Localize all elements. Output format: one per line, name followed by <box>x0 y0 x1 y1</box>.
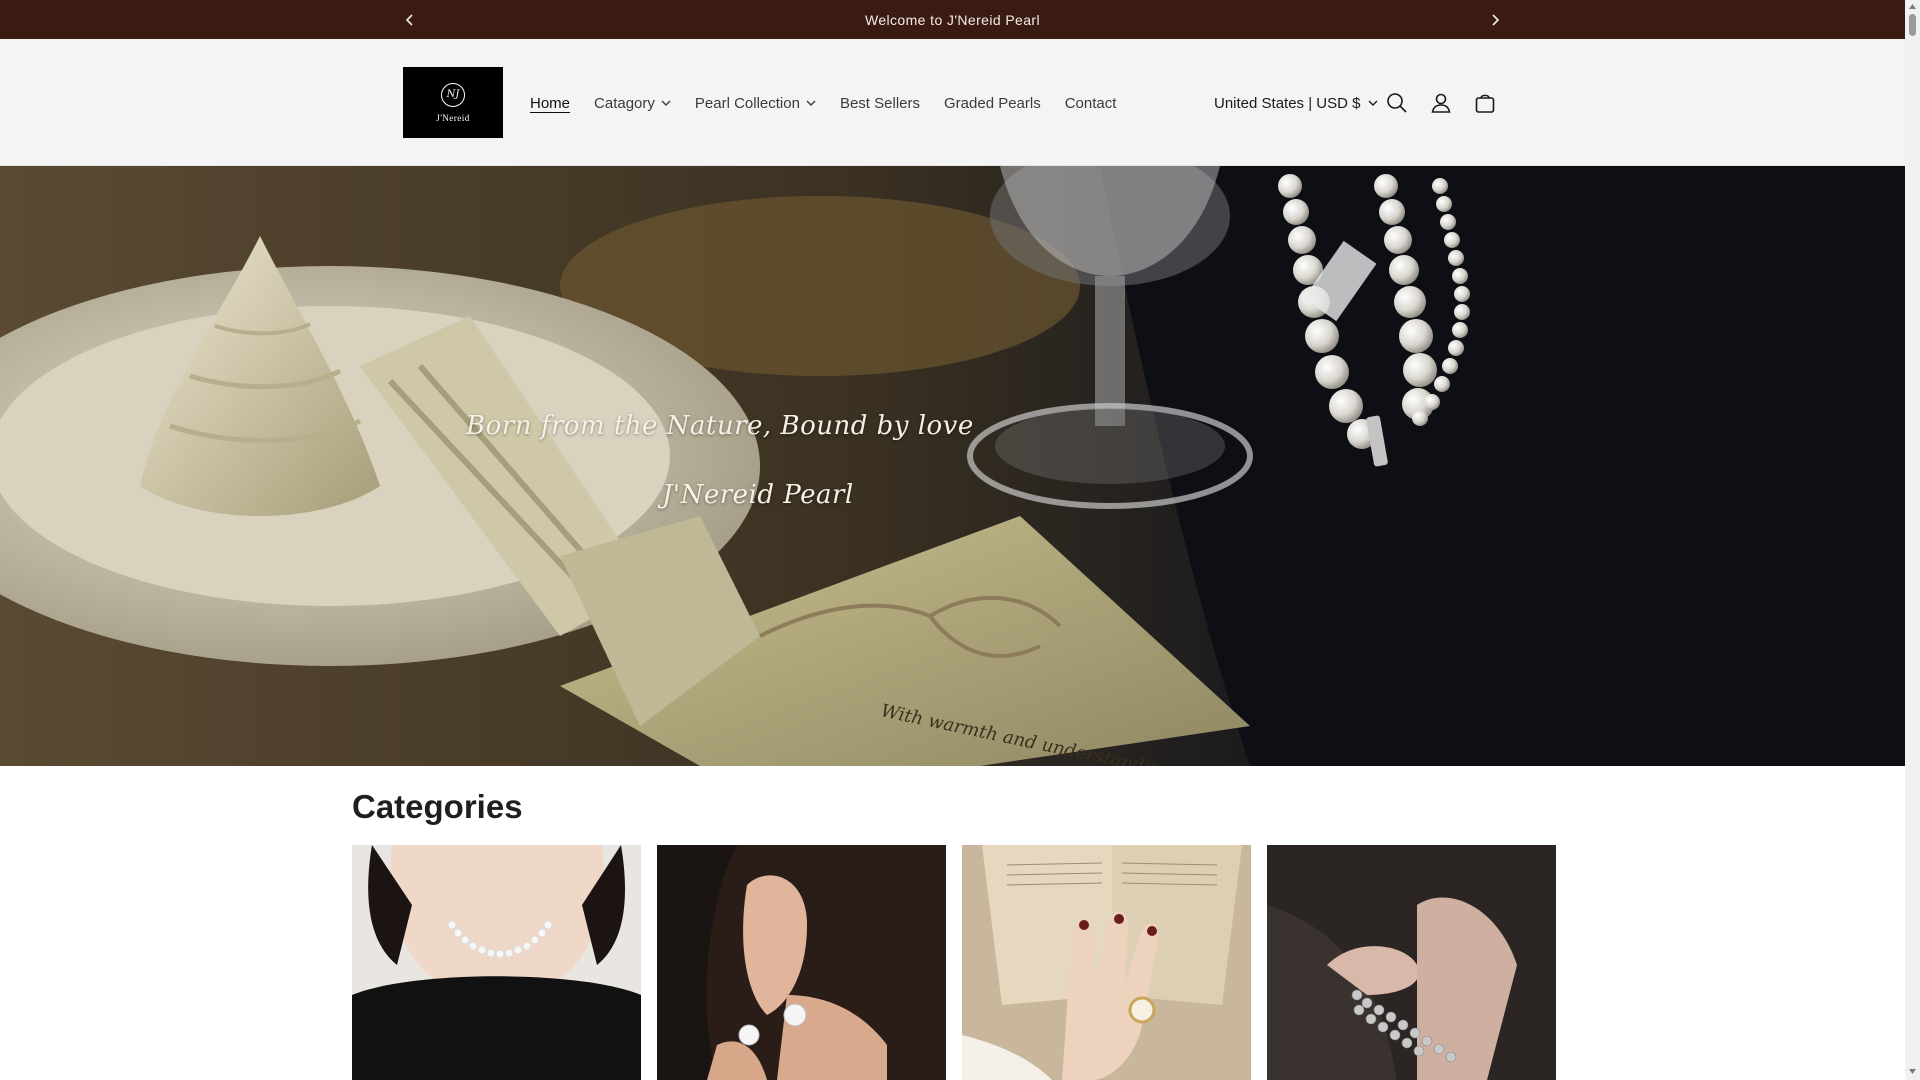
chevron-down-icon <box>1368 100 1378 106</box>
nav-graded-pearls[interactable]: Graded Pearls <box>944 91 1041 115</box>
search-icon <box>1387 93 1407 113</box>
announcement-bar: Welcome to J'Nereid Pearl <box>0 0 1905 39</box>
nav-catagory[interactable]: Catagory <box>594 91 671 115</box>
category-card-rings[interactable] <box>962 845 1251 1080</box>
nav-home-label: Home <box>530 94 571 112</box>
pearl-ring-photo <box>962 845 1251 1080</box>
nav-best-sellers-label: Best Sellers <box>839 94 920 112</box>
hero-subheading: J'Nereid Pearl <box>662 480 854 510</box>
category-card-necklaces[interactable] <box>352 845 641 1080</box>
pearl-earrings-photo <box>657 845 946 1080</box>
chevron-left-icon <box>405 14 413 26</box>
cart-button[interactable] <box>1471 89 1499 117</box>
search-button[interactable] <box>1383 89 1411 117</box>
country-currency-label: United States | USD $ <box>1214 94 1361 112</box>
category-card-earrings[interactable] <box>657 845 946 1080</box>
chevron-right-icon <box>1492 14 1500 26</box>
nav-contact[interactable]: Contact <box>1065 91 1117 115</box>
cart-icon <box>1475 94 1495 113</box>
site-header: NJ J'Nereid Home Catagory Pearl Collecti… <box>0 39 1905 166</box>
next-announcement-button[interactable] <box>1484 9 1506 31</box>
scroll-up-arrow-icon[interactable] <box>1908 2 1917 11</box>
main-nav: Home Catagory Pearl Collection Best Sell… <box>530 91 1140 115</box>
chevron-down-icon <box>661 100 671 106</box>
nav-contact-label: Contact <box>1064 94 1117 112</box>
page-scrollbar[interactable] <box>1905 0 1920 1080</box>
announcement-text: Welcome to J'Nereid Pearl <box>864 11 1041 28</box>
hero-banner: With warmth and understanding at this ti… <box>0 166 1905 766</box>
nav-best-sellers[interactable]: Best Sellers <box>840 91 920 115</box>
chevron-down-icon <box>806 100 816 106</box>
nav-pearl-collection[interactable]: Pearl Collection <box>695 91 816 115</box>
nav-pearl-collection-label: Pearl Collection <box>694 94 800 112</box>
nav-catagory-label: Catagory <box>594 94 655 112</box>
categories-grid <box>352 845 1556 1080</box>
nav-home[interactable]: Home <box>530 91 570 115</box>
previous-announcement-button[interactable] <box>399 9 421 31</box>
pearl-bracelet-photo <box>1267 845 1556 1080</box>
pearl-necklace-photo <box>352 845 641 1080</box>
hero-image: With warmth and understanding at this ti… <box>0 166 1905 766</box>
categories-heading: Categories <box>352 788 523 825</box>
hero-heading: Born from the Nature, Bound by love <box>466 411 974 441</box>
logo-mark: NJ <box>441 82 465 107</box>
category-card-bracelets[interactable] <box>1267 845 1556 1080</box>
country-currency-selector[interactable]: United States | USD $ <box>1214 91 1378 115</box>
logo-wordmark: J'Nereid <box>436 112 470 123</box>
scroll-down-arrow-icon[interactable] <box>1908 1067 1917 1076</box>
account-button[interactable] <box>1427 89 1455 117</box>
nav-graded-pearls-label: Graded Pearls <box>944 94 1041 112</box>
logo-link[interactable]: NJ J'Nereid <box>403 67 503 138</box>
account-icon <box>1431 93 1451 113</box>
scrollbar-thumb[interactable] <box>1909 14 1916 36</box>
